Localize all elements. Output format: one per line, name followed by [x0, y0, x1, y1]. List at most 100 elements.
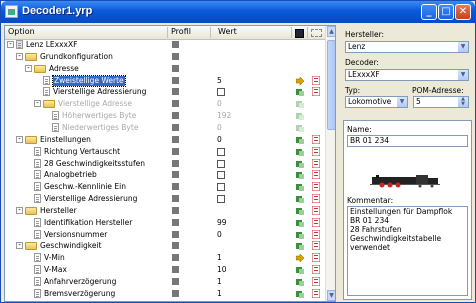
- program-icon[interactable]: [311, 217, 321, 228]
- maximize-button[interactable]: □: [438, 4, 454, 20]
- profil-flag[interactable]: [172, 147, 179, 155]
- option-value[interactable]: 1: [217, 253, 222, 263]
- program-icon[interactable]: [311, 288, 321, 299]
- collapse-toggle-icon[interactable]: -: [16, 135, 23, 143]
- program-icon[interactable]: [311, 276, 321, 287]
- option-value[interactable]: 1: [217, 277, 222, 287]
- option-label[interactable]: Analogbetrieb: [44, 170, 97, 180]
- profil-flag[interactable]: [172, 206, 179, 214]
- read-icon[interactable]: [296, 183, 304, 192]
- program-icon[interactable]: [311, 264, 321, 275]
- program-icon[interactable]: [311, 193, 321, 204]
- read-icon[interactable]: [296, 242, 304, 251]
- collapse-toggle-icon[interactable]: -: [16, 206, 23, 214]
- column-option[interactable]: Option: [8, 27, 35, 36]
- option-label[interactable]: Identifikation Hersteller: [44, 218, 132, 228]
- profil-flag[interactable]: [172, 266, 179, 274]
- table-row[interactable]: Anfahrverzögerung 1: [5, 276, 325, 287]
- option-label[interactable]: Anfahrverzögerung: [44, 277, 116, 287]
- chevron-down-icon[interactable]: ▼: [397, 97, 407, 107]
- collapse-toggle-icon[interactable]: -: [25, 64, 32, 72]
- pom-address-spinner[interactable]: 5 ▲ ▼: [413, 96, 469, 108]
- read-icon[interactable]: [296, 290, 304, 298]
- table-row[interactable]: Bremsverzögerung 1: [5, 288, 325, 299]
- vertical-scrollbar[interactable]: ▲ ▼: [325, 26, 335, 301]
- read-icon[interactable]: [296, 124, 304, 132]
- program-icon[interactable]: [311, 229, 321, 240]
- program-icon[interactable]: [311, 252, 321, 263]
- program-icon[interactable]: [311, 169, 321, 180]
- table-row[interactable]: Vierstellige Adressierung: [5, 193, 325, 204]
- table-row[interactable]: Niederwertiges Byte 0: [5, 122, 325, 133]
- value-checkbox[interactable]: [217, 183, 225, 192]
- hersteller-select[interactable]: Lenz ▼: [345, 41, 469, 53]
- read-icon[interactable]: [296, 88, 304, 97]
- table-row[interactable]: Geschw.-Kennlinie Ein: [5, 181, 325, 192]
- read-icon[interactable]: [296, 100, 304, 109]
- option-value[interactable]: 10: [217, 265, 227, 275]
- option-label[interactable]: Geschw.-Kennlinie Ein: [44, 182, 126, 192]
- profil-flag[interactable]: [172, 278, 179, 285]
- option-label[interactable]: Richtung Vertauscht: [44, 147, 120, 157]
- table-row[interactable]: Zweistellige Werte 5: [5, 74, 325, 87]
- profil-flag[interactable]: [172, 100, 179, 108]
- chevron-down-icon[interactable]: ▼: [458, 70, 468, 80]
- table-row[interactable]: V-Min 1: [5, 252, 325, 263]
- read-icon[interactable]: [296, 207, 304, 215]
- profil-flag[interactable]: [172, 123, 179, 131]
- table-row[interactable]: Versionsnummer 0: [5, 229, 325, 240]
- name-input[interactable]: BR 01 234: [347, 135, 468, 147]
- profil-flag[interactable]: [172, 41, 179, 48]
- value-checkbox[interactable]: [217, 195, 225, 204]
- save-column-icon[interactable]: [295, 29, 304, 38]
- table-row[interactable]: - Vierstellige Adresse 0: [5, 99, 325, 109]
- read-icon[interactable]: [296, 231, 304, 239]
- program-icon[interactable]: [311, 86, 321, 97]
- collapse-toggle-icon[interactable]: -: [7, 41, 14, 48]
- option-value[interactable]: 0: [217, 99, 222, 109]
- collapse-toggle-icon[interactable]: -: [16, 52, 23, 60]
- program-icon[interactable]: [311, 205, 321, 216]
- read-icon[interactable]: [296, 136, 304, 144]
- typ-select[interactable]: Lokomotive ▼: [345, 96, 408, 108]
- profil-flag[interactable]: [172, 254, 179, 262]
- option-label[interactable]: Niederwertiges Byte: [62, 123, 138, 133]
- option-label[interactable]: Hersteller: [40, 206, 77, 216]
- column-profil[interactable]: Profil: [171, 27, 191, 36]
- collapse-toggle-icon[interactable]: -: [34, 100, 41, 108]
- option-value[interactable]: 0: [217, 123, 222, 133]
- program-icon[interactable]: [311, 240, 321, 251]
- title-bar[interactable]: Decoder1.yrp _ □ ✕: [1, 1, 475, 23]
- option-label[interactable]: Vierstellige Adressierung: [44, 194, 137, 204]
- option-label[interactable]: Lenz LExxxXF: [26, 40, 77, 50]
- table-row[interactable]: - Einstellungen 0: [5, 134, 325, 145]
- scroll-thumb[interactable]: [327, 40, 335, 130]
- table-row[interactable]: Vierstellige Adressierung: [5, 86, 325, 97]
- option-label[interactable]: Geschwindigkeit: [40, 241, 102, 251]
- table-row[interactable]: Analogbetrieb: [5, 169, 325, 180]
- collapse-toggle-icon[interactable]: -: [16, 242, 23, 250]
- table-row[interactable]: Richtung Vertauscht: [5, 146, 325, 157]
- read-icon[interactable]: [296, 112, 304, 121]
- profil-flag[interactable]: [172, 183, 179, 191]
- program-icon[interactable]: [311, 75, 321, 86]
- profil-flag[interactable]: [172, 159, 179, 167]
- option-label[interactable]: Vierstellige Adressierung: [53, 87, 146, 97]
- read-icon[interactable]: [296, 171, 304, 180]
- profil-flag[interactable]: [172, 230, 179, 238]
- option-label[interactable]: Bremsverzögerung: [44, 289, 115, 299]
- option-label[interactable]: V-Max: [44, 265, 67, 275]
- close-button[interactable]: ✕: [455, 4, 471, 20]
- profil-flag[interactable]: [172, 88, 179, 96]
- minimize-button[interactable]: _: [421, 4, 437, 20]
- table-row[interactable]: Höherwertiges Byte 192: [5, 111, 325, 121]
- profil-flag[interactable]: [172, 64, 179, 72]
- program-icon[interactable]: [311, 134, 321, 145]
- table-row[interactable]: - Grundkonfiguration: [5, 52, 325, 62]
- table-row[interactable]: - Geschwindigkeit: [5, 240, 325, 251]
- option-value[interactable]: 192: [217, 111, 231, 121]
- option-value[interactable]: 99: [217, 218, 227, 228]
- option-label[interactable]: Zweistellige Werte: [52, 74, 126, 87]
- chevron-down-icon[interactable]: ▼: [458, 42, 468, 52]
- option-label[interactable]: Grundkonfiguration: [40, 52, 113, 62]
